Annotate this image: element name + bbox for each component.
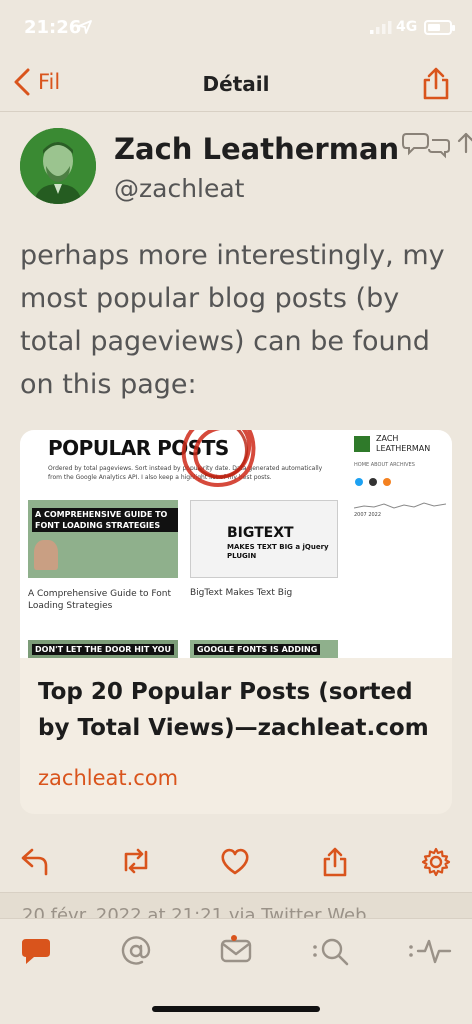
share-icon [323, 847, 347, 877]
thumb-bigtext-sub: MAKES TEXT BIG a jQuery PLUGIN [227, 543, 329, 560]
tab-timeline[interactable] [20, 935, 52, 971]
tweet-author: Zach Leatherman @zachleat [20, 128, 472, 208]
thumb-bigtext: BIGTEXT MAKES TEXT BIG a jQuery PLUGIN [190, 500, 338, 578]
tab-search[interactable] [310, 935, 352, 971]
preview-sparkline [354, 502, 446, 509]
thumb-caption: A Comprehensive Guide to Font Loading St… [28, 589, 171, 611]
location-arrow-icon [78, 20, 92, 34]
status-time: 21:26 [24, 17, 82, 38]
like-button[interactable] [219, 846, 251, 880]
thumb-bigtext-title: BIGTEXT [227, 525, 294, 541]
thumb-label: DON'T LET THE DOOR HIT YOU [32, 644, 174, 655]
tab-mentions[interactable] [120, 935, 152, 971]
battery-icon [424, 20, 455, 35]
activity-icon [409, 939, 452, 964]
thumb-google-fonts: GOOGLE FONTS IS ADDING [190, 640, 338, 658]
author-handle: @zachleat [114, 174, 245, 203]
tweet-timestamp: 20 févr. 2022 at 21:21 via Twitter Web [22, 905, 367, 918]
thumb-font-loading: A COMPREHENSIVE GUIDE TO FONT LOADING ST… [28, 500, 178, 578]
preview-avatar [354, 436, 370, 452]
gear-icon [421, 847, 451, 877]
card-title: Top 20 Popular Posts (sorted by Total Vi… [38, 679, 429, 741]
tweet-meta: 20 févr. 2022 at 21:21 via Twitter Web [0, 892, 472, 918]
preview-social-icons [355, 478, 391, 486]
card-domain: zachleat.com [38, 766, 179, 790]
author-name[interactable]: Zach Leatherman [114, 132, 399, 166]
speech-bubble-icon [22, 939, 50, 964]
thumb-caption: BigText Makes Text Big [190, 588, 293, 598]
at-sign-icon [121, 936, 151, 965]
thumb-face [34, 540, 58, 570]
tweet-actions [0, 838, 472, 888]
reply-icon [21, 848, 48, 876]
conversation-icon[interactable] [402, 128, 472, 160]
network-type: 4G [396, 19, 418, 35]
share-icon[interactable] [420, 66, 452, 102]
reply-button[interactable] [20, 846, 50, 880]
avatar-portrait-icon [20, 128, 96, 204]
retweet-button[interactable] [120, 846, 152, 880]
settings-button[interactable] [420, 846, 452, 882]
thumb-door: DON'T LET THE DOOR HIT YOU [28, 640, 178, 658]
preview-side-nav: HOME ABOUT ARCHIVES [354, 462, 415, 468]
thumb-label: GOOGLE FONTS IS ADDING [194, 644, 321, 655]
navigation-bar: Fil Détail [0, 60, 472, 112]
link-preview-image: POPULAR POSTS Ordered by total pageviews… [20, 430, 452, 658]
status-bar: 21:26 4G [0, 0, 472, 60]
avatar[interactable] [20, 128, 96, 204]
search-icon [313, 938, 349, 966]
preview-side-name: ZACH LEATHERMAN [376, 434, 431, 453]
unread-dot [231, 935, 237, 941]
share-tweet-button[interactable] [320, 846, 350, 882]
retweet-icon [124, 848, 148, 874]
page-title: Détail [202, 72, 270, 96]
signal-icon [370, 21, 392, 34]
tab-activity[interactable] [406, 935, 452, 971]
scribble-circle-icon [181, 430, 256, 487]
tweet-text: perhaps more interestingly, my most popu… [20, 240, 445, 400]
home-indicator[interactable] [152, 1006, 320, 1012]
link-preview-card[interactable]: POPULAR POSTS Ordered by total pageviews… [20, 430, 452, 814]
thumb-label: A COMPREHENSIVE GUIDE TO FONT LOADING ST… [32, 508, 178, 532]
tab-messages[interactable] [219, 935, 253, 971]
heart-icon [221, 848, 249, 875]
preview-years: 2007 2022 [354, 512, 382, 518]
